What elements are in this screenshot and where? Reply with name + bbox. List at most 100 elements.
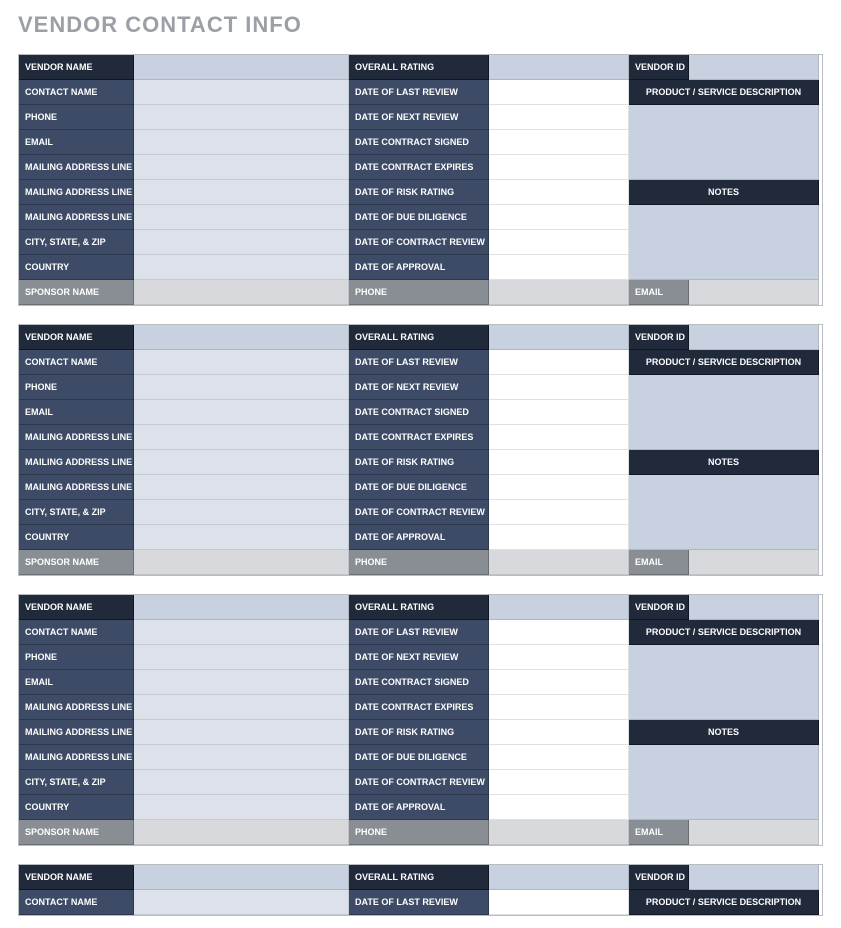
value-country[interactable] [134,255,349,280]
label-addr3: MAILING ADDRESS LINE 3 [19,745,134,770]
value-country[interactable] [134,525,349,550]
value-phone[interactable] [134,645,349,670]
value-risk-rating[interactable] [489,180,629,205]
label-notes: NOTES [629,450,819,475]
value-overall-rating[interactable] [489,595,629,620]
value-overall-rating[interactable] [489,55,629,80]
value-expires[interactable] [489,695,629,720]
value-addr2[interactable] [134,450,349,475]
value-sponsor[interactable] [134,820,349,845]
value-addr1[interactable] [134,425,349,450]
value-contract-review[interactable] [489,770,629,795]
value-due-diligence[interactable] [489,205,629,230]
value-approval[interactable] [489,255,629,280]
value-addr3[interactable] [134,205,349,230]
value-addr3[interactable] [134,745,349,770]
value-vendor-name[interactable] [134,325,349,350]
value-addr1[interactable] [134,695,349,720]
value-prod-svc[interactable] [629,105,819,180]
value-csz[interactable] [134,230,349,255]
label-contract-review: DATE OF CONTRACT REVIEW [349,500,489,525]
value-csz[interactable] [134,500,349,525]
value-next-review[interactable] [489,645,629,670]
label-addr1: MAILING ADDRESS LINE 1 [19,695,134,720]
value-prod-svc[interactable] [629,645,819,720]
value-country[interactable] [134,795,349,820]
label-sponsor: SPONSOR NAME [19,550,134,575]
value-email[interactable] [134,670,349,695]
label-addr2: MAILING ADDRESS LINE 2 [19,720,134,745]
value-sponsor-phone[interactable] [489,280,629,305]
value-contract-review[interactable] [489,500,629,525]
value-vendor-id[interactable] [689,865,819,890]
label-overall-rating: OVERALL RATING [349,865,489,890]
value-vendor-id[interactable] [689,325,819,350]
value-vendor-name[interactable] [134,55,349,80]
label-vendor-name: VENDOR NAME [19,865,134,890]
value-due-diligence[interactable] [489,475,629,500]
value-risk-rating[interactable] [489,720,629,745]
value-prod-svc[interactable] [629,375,819,450]
value-phone[interactable] [134,105,349,130]
label-last-review: DATE OF LAST REVIEW [349,620,489,645]
value-vendor-id[interactable] [689,595,819,620]
value-csz[interactable] [134,770,349,795]
value-contact-name[interactable] [134,620,349,645]
value-contract-review[interactable] [489,230,629,255]
value-sponsor-phone[interactable] [489,820,629,845]
value-sponsor[interactable] [134,280,349,305]
value-next-review[interactable] [489,375,629,400]
label-signed: DATE CONTRACT SIGNED [349,400,489,425]
value-due-diligence[interactable] [489,745,629,770]
value-signed[interactable] [489,130,629,155]
page-title: VENDOR CONTACT INFO [18,12,823,38]
value-addr2[interactable] [134,180,349,205]
value-sponsor-email[interactable] [689,280,819,305]
value-last-review[interactable] [489,620,629,645]
value-vendor-name[interactable] [134,595,349,620]
value-sponsor-email[interactable] [689,550,819,575]
value-vendor-name[interactable] [134,865,349,890]
value-sponsor[interactable] [134,550,349,575]
label-sponsor-email: EMAIL [629,280,689,305]
label-sponsor-phone: PHONE [349,280,489,305]
value-contact-name[interactable] [134,890,349,915]
value-last-review[interactable] [489,80,629,105]
value-overall-rating[interactable] [489,325,629,350]
label-contract-review: DATE OF CONTRACT REVIEW [349,230,489,255]
label-vendor-name: VENDOR NAME [19,325,134,350]
label-addr1: MAILING ADDRESS LINE 1 [19,425,134,450]
value-sponsor-email[interactable] [689,820,819,845]
value-signed[interactable] [489,670,629,695]
value-addr2[interactable] [134,720,349,745]
label-due-diligence: DATE OF DUE DILIGENCE [349,475,489,500]
label-notes: NOTES [629,720,819,745]
value-signed[interactable] [489,400,629,425]
value-overall-rating[interactable] [489,865,629,890]
value-last-review[interactable] [489,890,629,915]
value-last-review[interactable] [489,350,629,375]
value-risk-rating[interactable] [489,450,629,475]
value-addr3[interactable] [134,475,349,500]
value-email[interactable] [134,400,349,425]
value-addr1[interactable] [134,155,349,180]
label-next-review: DATE OF NEXT REVIEW [349,105,489,130]
value-contact-name[interactable] [134,350,349,375]
value-vendor-id[interactable] [689,55,819,80]
value-next-review[interactable] [489,105,629,130]
value-notes[interactable] [629,205,819,280]
value-expires[interactable] [489,155,629,180]
value-approval[interactable] [489,525,629,550]
label-addr1: MAILING ADDRESS LINE 1 [19,155,134,180]
value-notes[interactable] [629,745,819,820]
value-notes[interactable] [629,475,819,550]
label-addr2: MAILING ADDRESS LINE 2 [19,180,134,205]
value-expires[interactable] [489,425,629,450]
label-country: COUNTRY [19,525,134,550]
value-sponsor-phone[interactable] [489,550,629,575]
value-approval[interactable] [489,795,629,820]
value-email[interactable] [134,130,349,155]
label-expires: DATE CONTRACT EXPIRES [349,155,489,180]
value-contact-name[interactable] [134,80,349,105]
value-phone[interactable] [134,375,349,400]
